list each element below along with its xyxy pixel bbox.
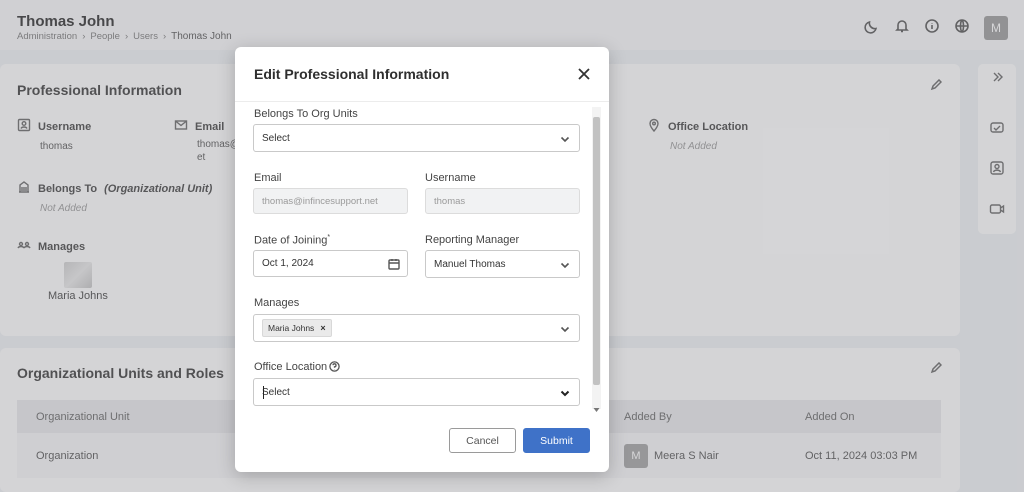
office-label-text: Office Location (254, 361, 328, 373)
username-label: Username (425, 172, 476, 184)
reporting-manager-value: Manuel Thomas (434, 258, 506, 270)
doj-value: Oct 1, 2024 (262, 258, 314, 269)
chevron-down-icon (560, 324, 570, 334)
chevron-down-icon (560, 388, 570, 398)
scroll-up-arrow-icon[interactable] (593, 109, 600, 121)
modal-scrollbar[interactable] (592, 107, 601, 412)
belongs-to-select-value: Select (262, 132, 290, 144)
calendar-icon[interactable] (388, 258, 400, 270)
required-marker: * (327, 234, 331, 241)
belongs-to-org-units-label: Belongs To Org Units (254, 108, 358, 120)
close-icon[interactable] (577, 67, 591, 81)
reporting-manager-label: Reporting Manager (425, 234, 520, 246)
doj-label-text: Date of Joining (254, 234, 328, 247)
manages-select[interactable]: Maria Johns × (253, 314, 580, 342)
email-label: Email (254, 172, 282, 184)
modal-title: Edit Professional Information (254, 66, 450, 82)
scroll-down-arrow-icon[interactable] (593, 400, 600, 412)
text-caret (263, 386, 264, 399)
cancel-button[interactable]: Cancel (449, 428, 516, 453)
belongs-to-org-units-select[interactable]: Select (253, 124, 580, 152)
edit-professional-info-modal: Edit Professional Information Belongs To… (235, 47, 609, 472)
chip-remove-icon[interactable]: × (320, 323, 325, 333)
manages-label: Manages (254, 297, 300, 309)
office-location-value: Select (262, 386, 290, 398)
email-input: thomas@infincesupport.net (253, 188, 408, 214)
chevron-down-icon (560, 260, 570, 270)
scrollbar-thumb[interactable] (593, 117, 600, 385)
submit-button[interactable]: Submit (523, 428, 590, 453)
manages-chip: Maria Johns × (262, 319, 332, 337)
date-of-joining-input[interactable]: Oct 1, 2024 (253, 250, 408, 277)
modal-divider (235, 101, 609, 102)
username-input: thomas (425, 188, 580, 214)
date-of-joining-label: Date of Joining* (254, 234, 330, 247)
office-location-select[interactable]: Select (253, 378, 580, 406)
reporting-manager-select[interactable]: Manuel Thomas (425, 250, 580, 278)
office-location-label: Office Location (254, 361, 340, 375)
help-circle-icon[interactable] (329, 361, 340, 375)
chip-label: Maria Johns (268, 323, 315, 333)
chevron-down-icon (560, 134, 570, 144)
